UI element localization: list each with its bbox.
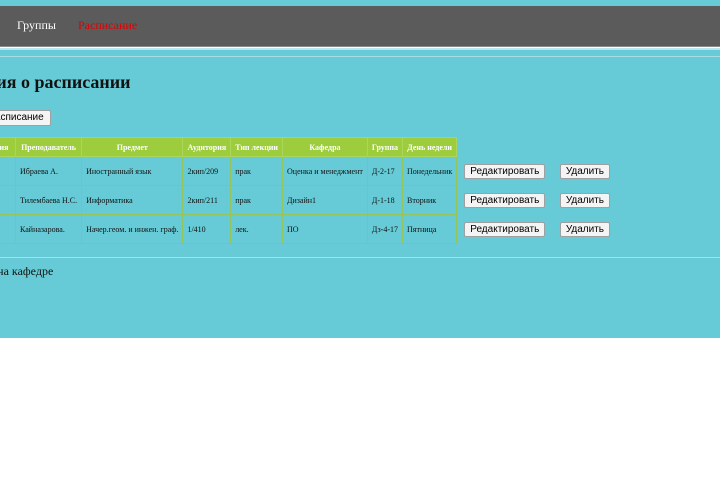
cell-weekday: Понедельник <box>402 156 458 186</box>
cell-teacher: Тилембаева Н.С. <box>14 185 83 215</box>
main-content: ция о расписании е расписание тия Препод… <box>0 48 720 338</box>
cell-weekday: Вторник <box>402 185 458 215</box>
col-header-group: Группа <box>366 137 404 157</box>
col-header-lecture-type: Тип лекции <box>230 137 284 157</box>
nav-item-schedule[interactable]: Расписание <box>78 18 137 33</box>
col-header-room: Аудитория <box>182 137 232 157</box>
cell-edit: Редактировать <box>457 186 553 215</box>
cell-room: 2кип/209 <box>182 156 232 186</box>
top-separator <box>0 56 720 57</box>
cell-lecture-type: прак <box>230 185 284 215</box>
cell-teacher: Ибраева А. <box>14 156 83 186</box>
edit-button[interactable]: Редактировать <box>464 221 546 237</box>
cell-weekday: Пятница <box>402 214 458 244</box>
cell-room: 2кип/211 <box>182 185 232 215</box>
cell-department: ПО <box>282 214 368 244</box>
cell-department: Оценка и менеджмент <box>282 156 368 186</box>
col-header-teacher: Преподаватель <box>14 137 83 157</box>
cell-delete: Удалить <box>553 215 617 244</box>
navbar: Группы Расписание <box>0 6 720 47</box>
cell-subject: Начер.геом. и инжен. граф. <box>81 214 184 244</box>
cell-group: Д-2-17 <box>366 156 404 186</box>
col-header-weekday: День недели <box>402 137 458 157</box>
table-header-row: тия Преподаватель Предмет Аудитория Тип … <box>0 137 617 157</box>
cell-edit: Редактировать <box>457 215 553 244</box>
col-header-subject: Предмет <box>81 137 184 157</box>
cell-subject: Информатика <box>81 185 184 215</box>
cell-edit: Редактировать <box>457 157 553 186</box>
edit-button[interactable]: Редактировать <box>464 192 546 208</box>
cell-lecture-type: прак <box>230 156 284 186</box>
table-row: Ибраева А. Иностранный язык 2кип/209 пра… <box>0 156 617 186</box>
delete-button[interactable]: Удалить <box>559 192 610 208</box>
cell-id <box>0 214 16 244</box>
cell-subject: Иностранный язык <box>81 156 184 186</box>
cell-teacher: Кайназарова. <box>14 214 83 244</box>
schedule-table: тия Преподаватель Предмет Аудитория Тип … <box>0 137 618 244</box>
cell-group: Дз-4-17 <box>366 214 404 244</box>
cell-lecture-type: лек. <box>230 214 284 244</box>
cell-id <box>0 185 16 215</box>
delete-button[interactable]: Удалить <box>559 163 610 179</box>
table-row: Тилембаева Н.С. Информатика 2кип/211 пра… <box>0 185 617 215</box>
bottom-separator <box>0 257 720 258</box>
cell-room: 1/410 <box>182 214 232 244</box>
page-title: ция о расписании <box>0 72 131 92</box>
edit-button[interactable]: Редактировать <box>464 163 546 179</box>
col-header-department: Кафедра <box>282 137 368 157</box>
cell-group: Д-1-18 <box>366 185 404 215</box>
nav-item-groups[interactable]: Группы <box>17 18 56 33</box>
cell-delete: Удалить <box>553 157 617 186</box>
department-schedule-link-text: ние на кафедре <box>0 264 54 278</box>
col-header-id: тия <box>0 137 16 157</box>
delete-button[interactable]: Удалить <box>559 221 610 237</box>
add-schedule-button[interactable]: е расписание <box>0 110 51 126</box>
cell-delete: Удалить <box>553 186 617 215</box>
cell-department: Дизайн1 <box>282 185 368 215</box>
cell-id <box>0 156 16 186</box>
table-row: Кайназарова. Начер.геом. и инжен. граф. … <box>0 214 617 244</box>
